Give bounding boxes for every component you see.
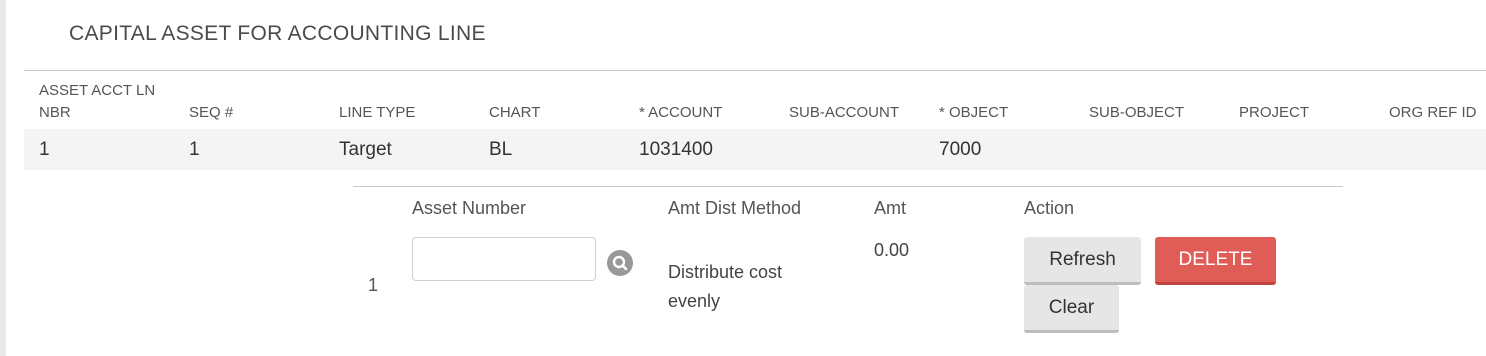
- cell-asset-acct-ln-nbr: 1: [39, 139, 50, 160]
- header-asset-acct-ln-line2: NBR: [39, 104, 71, 121]
- section-title: CAPITAL ASSET FOR ACCOUNTING LINE: [69, 22, 486, 45]
- header-action: Action: [1024, 198, 1075, 218]
- header-sub-object: SUB-OBJECT: [1089, 104, 1185, 121]
- header-project: PROJECT: [1239, 104, 1310, 121]
- header-object: * OBJECT: [939, 104, 1009, 121]
- cell-line-type: Target: [339, 139, 392, 160]
- asset-row-index: 1: [368, 275, 379, 295]
- asset-number-input[interactable]: [412, 237, 596, 281]
- header-org-ref-id: ORG REF ID: [1389, 104, 1477, 121]
- header-asset-acct-ln-line1: ASSET ACCT LN: [39, 82, 156, 99]
- header-chart: CHART: [489, 104, 541, 121]
- delete-button[interactable]: DELETE: [1155, 237, 1276, 285]
- search-icon: [612, 255, 628, 271]
- asset-lookup-button[interactable]: [607, 250, 633, 276]
- title-divider: [24, 70, 1486, 71]
- header-asset-acct-ln-nbr: ASSET ACCT LN NBR: [39, 80, 155, 124]
- cell-account: 1031400: [639, 139, 713, 160]
- table-row: [24, 129, 1486, 170]
- refresh-button[interactable]: Refresh: [1024, 237, 1141, 285]
- amt-dist-method-value: Distribute cost evenly: [668, 262, 783, 311]
- header-account: * ACCOUNT: [639, 104, 723, 121]
- subtable-divider: [353, 186, 1343, 187]
- header-line-type: LINE TYPE: [339, 104, 416, 121]
- clear-button[interactable]: Clear: [1024, 285, 1119, 333]
- header-amt: Amt: [874, 198, 907, 218]
- cell-chart: BL: [489, 139, 513, 160]
- header-asset-number: Asset Number: [412, 198, 527, 218]
- left-edge-border: [0, 0, 6, 356]
- header-amt-dist-method: Amt Dist Method: [668, 198, 802, 218]
- header-seq: SEQ #: [189, 104, 234, 121]
- amt-value: 0.00: [874, 240, 910, 260]
- cell-seq: 1: [189, 139, 200, 160]
- cell-object: 7000: [939, 139, 982, 160]
- header-sub-account: SUB-ACCOUNT: [789, 104, 900, 121]
